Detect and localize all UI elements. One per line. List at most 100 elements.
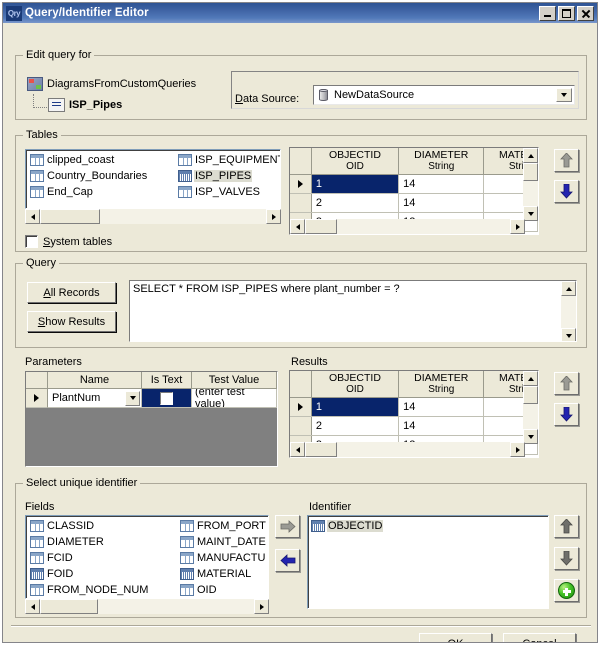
results-move-down-button[interactable] bbox=[554, 403, 579, 426]
scroll-track[interactable] bbox=[561, 296, 576, 328]
results-grid[interactable]: OBJECTID OID DIAMETER String MATER Strin… bbox=[289, 370, 539, 458]
parameters-header-cell[interactable]: Name bbox=[48, 372, 142, 388]
tables-grid-horizontal-scrollbar[interactable] bbox=[290, 219, 525, 234]
title-bar[interactable]: Qry Query/Identifier Editor bbox=[3, 3, 597, 23]
list-item[interactable]: ISP_VALVES bbox=[176, 184, 280, 200]
list-item[interactable]: clipped_coast bbox=[28, 152, 178, 168]
parameters-grid[interactable]: Name Is Text Test Value PlantNum (enter … bbox=[25, 371, 278, 467]
fields-horizontal-scrollbar[interactable] bbox=[25, 599, 269, 614]
tables-grid-vertical-scrollbar[interactable] bbox=[523, 148, 538, 221]
scroll-down-icon[interactable] bbox=[523, 206, 538, 221]
minimize-icon[interactable] bbox=[539, 5, 556, 21]
row-marker-cell[interactable] bbox=[290, 175, 312, 193]
list-item[interactable]: FROM_NODE_NUM bbox=[28, 582, 176, 598]
tree-root-row[interactable]: DiagramsFromCustomQueries bbox=[27, 77, 196, 91]
grid-cell[interactable]: 14 bbox=[399, 417, 485, 435]
identifier-move-up-button[interactable] bbox=[554, 515, 579, 538]
chevron-down-icon[interactable] bbox=[125, 390, 140, 406]
row-marker-cell[interactable] bbox=[290, 417, 312, 435]
scroll-thumb[interactable] bbox=[523, 163, 538, 181]
scroll-thumb[interactable] bbox=[305, 442, 337, 457]
list-item[interactable]: FROM_PORT bbox=[178, 518, 266, 534]
results-grid-horizontal-scrollbar[interactable] bbox=[290, 442, 525, 457]
tables-move-down-button[interactable] bbox=[554, 180, 579, 203]
table-row[interactable]: 1 14 bbox=[290, 398, 538, 417]
parameter-name-cell[interactable]: PlantNum bbox=[48, 389, 142, 408]
identifier-listbox[interactable]: OBJECTID bbox=[307, 515, 549, 609]
scroll-up-icon[interactable] bbox=[561, 281, 576, 296]
scroll-thumb[interactable] bbox=[40, 209, 100, 224]
all-records-button[interactable]: All Records bbox=[27, 282, 116, 303]
list-item[interactable]: OID bbox=[178, 582, 266, 598]
parameter-test-value-cell[interactable]: (enter test value) bbox=[192, 389, 277, 408]
chevron-down-icon[interactable] bbox=[556, 88, 572, 102]
tables-move-up-button[interactable] bbox=[554, 149, 579, 172]
remove-identifier-button[interactable] bbox=[275, 549, 300, 572]
maximize-icon[interactable] bbox=[558, 5, 575, 21]
results-grid-vertical-scrollbar[interactable] bbox=[523, 371, 538, 444]
add-identifier-button[interactable] bbox=[275, 515, 300, 538]
row-marker-cell[interactable] bbox=[290, 398, 312, 416]
list-item[interactable]: MAINT_DATE bbox=[178, 534, 266, 550]
parameter-is-text-cell[interactable] bbox=[142, 389, 192, 408]
close-icon[interactable] bbox=[577, 5, 594, 21]
parameters-row[interactable]: PlantNum (enter test value) bbox=[26, 389, 277, 408]
list-item[interactable]: Country_Boundaries bbox=[28, 168, 178, 184]
show-results-button[interactable]: Show Results bbox=[27, 311, 116, 332]
table-row[interactable]: 1 14 bbox=[290, 175, 538, 194]
row-marker-cell[interactable] bbox=[26, 389, 48, 408]
checkbox-box[interactable] bbox=[25, 235, 38, 248]
scroll-track[interactable] bbox=[523, 386, 538, 429]
list-item[interactable]: MANUFACTU bbox=[178, 550, 266, 566]
list-item-selected[interactable]: ISP_PIPES bbox=[176, 168, 280, 184]
grid-cell[interactable]: 14 bbox=[399, 398, 485, 416]
query-vertical-scrollbar[interactable] bbox=[561, 281, 576, 341]
grid-header-cell[interactable]: OBJECTID OID bbox=[311, 371, 400, 397]
tables-preview-grid[interactable]: OBJECTID OID DIAMETER String MATER Strin… bbox=[289, 147, 539, 235]
sql-query-textarea[interactable]: SELECT * FROM ISP_PIPES where plant_numb… bbox=[129, 280, 577, 342]
identifier-new-button[interactable] bbox=[554, 579, 579, 602]
identifier-move-down-button[interactable] bbox=[554, 547, 579, 570]
parameters-header-cell[interactable]: Test Value bbox=[192, 372, 277, 388]
grid-header-cell[interactable]: OBJECTID OID bbox=[311, 148, 400, 174]
list-item[interactable]: FOID bbox=[28, 566, 176, 582]
table-row[interactable]: 2 14 bbox=[290, 194, 538, 213]
list-item[interactable]: CLASSID bbox=[28, 518, 176, 534]
list-item-selected[interactable]: OBJECTID bbox=[309, 518, 547, 534]
table-row[interactable]: 2 14 bbox=[290, 417, 538, 436]
list-item[interactable]: DIAMETER bbox=[28, 534, 176, 550]
list-item[interactable]: FCID bbox=[28, 550, 176, 566]
scroll-right-icon[interactable] bbox=[510, 219, 525, 234]
scroll-track[interactable] bbox=[40, 599, 254, 614]
grid-cell[interactable]: 14 bbox=[399, 175, 485, 193]
scroll-up-icon[interactable] bbox=[523, 371, 538, 386]
scroll-left-icon[interactable] bbox=[25, 599, 40, 614]
cancel-button[interactable]: Cancel bbox=[503, 633, 576, 642]
grid-header-cell[interactable]: DIAMETER String bbox=[399, 148, 485, 174]
results-move-up-button[interactable] bbox=[554, 372, 579, 395]
system-tables-checkbox[interactable]: System tables bbox=[25, 235, 112, 248]
parameters-header-cell[interactable]: Is Text bbox=[142, 372, 192, 388]
scroll-down-icon[interactable] bbox=[523, 429, 538, 444]
grid-cell[interactable]: 1 bbox=[311, 175, 400, 193]
tables-listbox[interactable]: clipped_coast Country_Boundaries End_Cap… bbox=[25, 149, 281, 209]
parameter-name-select[interactable]: PlantNum bbox=[48, 389, 141, 407]
scroll-left-icon[interactable] bbox=[290, 442, 305, 457]
scroll-track[interactable] bbox=[305, 219, 510, 234]
grid-cell[interactable]: 2 bbox=[311, 194, 400, 212]
tree-child-row[interactable]: ISP_Pipes bbox=[27, 94, 122, 115]
grid-cell[interactable]: 1 bbox=[311, 398, 400, 416]
scroll-up-icon[interactable] bbox=[523, 148, 538, 163]
scroll-right-icon[interactable] bbox=[510, 442, 525, 457]
scroll-track[interactable] bbox=[523, 163, 538, 206]
scroll-thumb[interactable] bbox=[523, 386, 538, 404]
tables-horizontal-scrollbar[interactable] bbox=[25, 209, 281, 224]
scroll-left-icon[interactable] bbox=[290, 219, 305, 234]
fields-listbox[interactable]: CLASSID DIAMETER FCID FOID FROM_NODE_NUM bbox=[25, 515, 269, 599]
scroll-down-icon[interactable] bbox=[561, 328, 576, 341]
list-item[interactable]: ISP_EQUIPMENTS bbox=[176, 152, 280, 168]
scroll-track[interactable] bbox=[305, 442, 510, 457]
scroll-thumb[interactable] bbox=[305, 219, 337, 234]
list-item[interactable]: MATERIAL bbox=[178, 566, 266, 582]
scroll-thumb[interactable] bbox=[40, 599, 98, 614]
